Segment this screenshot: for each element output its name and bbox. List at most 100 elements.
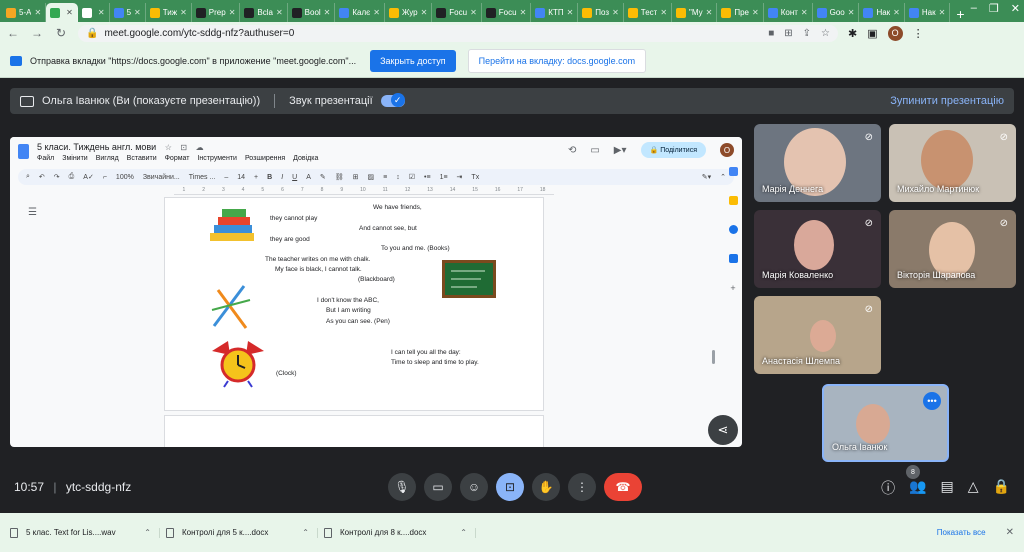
highlight-icon[interactable]: ✎	[320, 173, 326, 181]
redo-icon[interactable]: ↷	[54, 173, 60, 181]
history-icon[interactable]: ⟲	[568, 145, 576, 156]
tab-close-icon[interactable]: ✕	[660, 8, 667, 17]
tab-close-icon[interactable]: ✕	[801, 8, 808, 17]
doc-page-next[interactable]	[164, 415, 544, 447]
stop-sharing-button[interactable]: Закрыть доступ	[370, 49, 456, 72]
bullet-list-icon[interactable]: •≡	[424, 174, 431, 181]
browser-tab[interactable]: Поз ✕	[578, 3, 624, 22]
line-spacing-icon[interactable]: ↕	[396, 174, 400, 181]
print-icon[interactable]: ⎙	[69, 173, 75, 181]
tab-close-icon[interactable]: ✕	[752, 8, 759, 17]
present-now-icon[interactable]: ⊡	[496, 473, 524, 501]
document-outline-icon[interactable]: ☰	[28, 207, 37, 218]
browser-tab[interactable]: Goo ✕	[813, 3, 860, 22]
side-panel-icon[interactable]: ▣	[867, 27, 877, 40]
contacts-icon[interactable]	[728, 254, 738, 263]
comment-icon[interactable]: ⊞	[353, 173, 359, 181]
browser-tab[interactable]: ✕	[78, 3, 110, 22]
self-view-tile[interactable]: ••• Ольга Іванюк	[822, 384, 949, 462]
new-tab-icon[interactable]: +	[950, 6, 970, 22]
clear-format-icon[interactable]: Tx	[471, 174, 479, 181]
doc-menu-item[interactable]: Файл	[37, 155, 54, 162]
tab-close-icon[interactable]: ✕	[893, 8, 900, 17]
editing-mode-icon[interactable]: ✎▾	[702, 173, 711, 181]
browser-tab[interactable]: Тиж ✕	[146, 3, 192, 22]
font-size-input[interactable]: 14	[237, 174, 245, 181]
camera-indicator-icon[interactable]: ■	[768, 28, 774, 39]
switch-to-tab-button[interactable]: Перейти на вкладку: docs.google.com	[467, 48, 647, 73]
browser-tab[interactable]: Нак ✕	[905, 3, 951, 22]
camera-icon[interactable]: ▭	[424, 473, 452, 501]
image-icon[interactable]: ▨	[368, 173, 375, 181]
chevron-up-icon[interactable]: ⌃	[460, 528, 467, 537]
participant-tile[interactable]: ⊘ Анастасія Шлемпа	[754, 296, 881, 374]
tab-close-icon[interactable]: ✕	[939, 8, 946, 17]
profile-avatar[interactable]: О	[887, 25, 903, 41]
more-options-icon[interactable]: •••	[923, 392, 941, 410]
tab-close-icon[interactable]: ✕	[98, 8, 105, 17]
doc-menu-item[interactable]: Розширення	[245, 155, 285, 162]
browser-tab[interactable]: Калє ✕	[335, 3, 385, 22]
indent-icon[interactable]: ⇥	[457, 173, 463, 181]
browser-tab[interactable]: Конт ✕	[764, 3, 813, 22]
chevron-up-icon[interactable]: ⌃	[144, 528, 151, 537]
tab-close-icon[interactable]: ✕	[706, 8, 713, 17]
font-size-increase-icon[interactable]: +	[254, 174, 258, 181]
browser-tab[interactable]: Focu ✕	[432, 3, 482, 22]
doc-share-button[interactable]: 🔒 Поділитися	[640, 142, 706, 158]
translate-icon[interactable]: ⊞	[784, 28, 792, 39]
doc-menu-item[interactable]: Вигляд	[96, 155, 119, 162]
browser-tab[interactable]: Вcla ✕	[240, 3, 288, 22]
meet-icon[interactable]: ▶▾	[614, 145, 627, 156]
doc-user-avatar[interactable]: О	[720, 143, 734, 157]
address-bar[interactable]: 🔒 meet.google.com/ytc-sddg-nfz?authuser=…	[78, 24, 838, 42]
participant-tile[interactable]: ⊘ Марія Коваленко	[754, 210, 881, 288]
bookmark-star-icon[interactable]: ☆	[821, 28, 830, 39]
paint-format-icon[interactable]: ⌐	[103, 174, 107, 181]
doc-menu-item[interactable]: Змінити	[62, 155, 88, 162]
share-icon[interactable]: ⇪	[803, 28, 811, 39]
numbered-list-icon[interactable]: 1≡	[440, 174, 448, 181]
tab-close-icon[interactable]: ✕	[134, 8, 141, 17]
browser-tab[interactable]: Пре ✕	[717, 3, 764, 22]
doc-menu-item[interactable]: Вставити	[127, 155, 157, 162]
browser-tab[interactable]: КТП ✕	[531, 3, 579, 22]
doc-menu-item[interactable]: Формат	[165, 155, 190, 162]
participant-tile[interactable]: ⊘ Михайло Мартинюк	[889, 124, 1016, 202]
docs-logo-icon[interactable]	[18, 144, 29, 159]
activities-icon[interactable]: △	[968, 478, 979, 498]
tab-close-icon[interactable]: ✕	[66, 8, 73, 17]
comments-icon[interactable]: ▭	[590, 145, 599, 156]
browser-tab[interactable]: Нак ✕	[859, 3, 905, 22]
browser-tab[interactable]: Prep ✕	[192, 3, 241, 22]
move-folder-icon[interactable]: ⊡	[180, 143, 187, 152]
star-icon[interactable]: ☆	[165, 143, 172, 152]
tab-close-icon[interactable]: ✕	[229, 8, 236, 17]
close-downloads-icon[interactable]: ✕	[1006, 527, 1014, 538]
bold-icon[interactable]: B	[267, 174, 272, 181]
tab-close-icon[interactable]: ✕	[848, 8, 855, 17]
forward-icon[interactable]: →	[30, 26, 44, 40]
maximize-icon[interactable]: ❐	[989, 2, 999, 15]
tab-close-icon[interactable]: ✕	[373, 8, 380, 17]
text-color-icon[interactable]: A	[306, 174, 311, 181]
tab-close-icon[interactable]: ✕	[612, 8, 619, 17]
zoom-select[interactable]: 100%	[116, 174, 134, 181]
menu-icon[interactable]: ⋮	[913, 27, 924, 40]
tab-close-icon[interactable]: ✕	[180, 8, 187, 17]
browser-tab[interactable]: ✕	[46, 3, 78, 22]
hang-up-icon[interactable]: ☎	[604, 473, 642, 501]
doc-scrollbar[interactable]	[712, 350, 715, 364]
tasks-icon[interactable]	[728, 225, 738, 234]
tab-close-icon[interactable]: ✕	[34, 8, 41, 17]
browser-tab[interactable]: 5 ✕	[110, 3, 146, 22]
keep-icon[interactable]	[728, 196, 738, 205]
participant-tile[interactable]: ⊘ Марія Деннега	[754, 124, 881, 202]
download-item[interactable]: 5 клас. Text for Lis....wav ⌃	[10, 527, 160, 538]
close-window-icon[interactable]: ✕	[1011, 2, 1020, 15]
tab-close-icon[interactable]: ✕	[470, 8, 477, 17]
align-icon[interactable]: ≡	[383, 174, 387, 181]
presentation-audio-toggle[interactable]	[380, 93, 405, 107]
back-icon[interactable]: ←	[6, 26, 20, 40]
undo-icon[interactable]: ↶	[39, 173, 45, 181]
